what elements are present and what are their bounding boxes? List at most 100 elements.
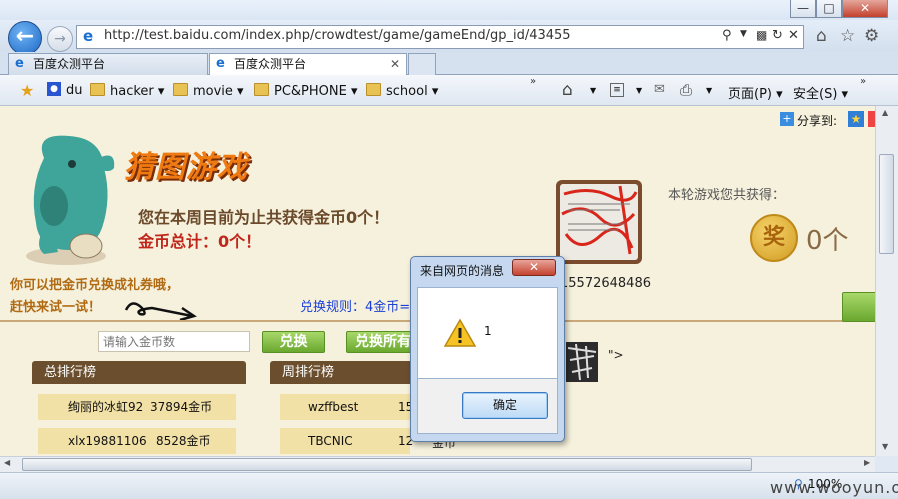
user-thumbnail-image <box>567 343 597 381</box>
favorites-overflow-icon[interactable]: » <box>530 76 536 87</box>
horizontal-scrollbar[interactable]: ◀ ▶ <box>0 456 875 472</box>
ie-tab-icon: e <box>216 56 225 71</box>
weibo-icon[interactable] <box>868 111 875 127</box>
safety-menu[interactable]: 安全(S) ▾ <box>793 83 848 102</box>
dialog-title: 来自网页的消息 <box>420 264 505 278</box>
chevron-down-icon[interactable]: ▼ <box>706 86 712 95</box>
total-rank-row: xlx19881106 8528金币 <box>38 428 236 454</box>
rank-name: wzffbest <box>308 400 359 414</box>
favorite-movie[interactable]: movie ▾ <box>173 83 244 99</box>
coin-amount-input[interactable] <box>98 331 250 352</box>
folder-icon <box>90 83 105 96</box>
search-dropdown-icon[interactable]: ▼ <box>740 29 747 39</box>
round-earn-label: 本轮游戏您共获得： <box>668 188 786 203</box>
rank-name: 绚丽的冰虹92 <box>68 400 144 414</box>
exchange-button[interactable]: 兑换 <box>262 331 325 353</box>
chevron-down-icon[interactable]: ▼ <box>590 86 596 95</box>
promo-text-1: 你可以把金币兑换成礼券哦， <box>10 278 180 293</box>
vertical-scrollbar[interactable]: ▲ ▼ <box>875 106 898 456</box>
exchange-all-button[interactable]: 兑换所有 <box>346 331 416 353</box>
tab-1[interactable]: e 百度众测平台 <box>8 53 208 75</box>
compatibility-view-icon[interactable]: ▩ <box>756 28 767 42</box>
watermark: www.wooyun.org <box>770 478 898 497</box>
weekly-coins-text: 您在本周目前为止共获得金币0个！ <box>138 208 390 227</box>
back-arrow-icon: ← <box>15 24 35 49</box>
side-green-button[interactable] <box>842 292 875 322</box>
share-plus-icon[interactable]: + <box>780 112 794 126</box>
ie-tab-icon: e <box>15 56 24 71</box>
rank-coins: 8528金币 <box>156 434 211 448</box>
total-coins-text: 金币总计：0个！ <box>138 232 262 251</box>
safety-menu-label: 安全(S) <box>793 87 838 102</box>
scroll-down-icon[interactable]: ▼ <box>882 442 888 451</box>
tab-1-label: 百度众测平台 <box>33 57 106 71</box>
scroll-right-icon[interactable]: ▶ <box>864 458 870 467</box>
favorites-star-icon[interactable]: ☆ <box>840 26 855 46</box>
dialog-message: 1 <box>484 324 492 338</box>
scroll-left-icon[interactable]: ◀ <box>4 458 10 467</box>
baidu-paw-icon: ● <box>47 82 61 96</box>
user-thumbnail <box>566 342 598 382</box>
forward-arrow-icon: → <box>54 31 66 47</box>
maximize-button[interactable]: □ <box>816 0 842 18</box>
rank-name: xlx19881106 <box>68 434 147 448</box>
search-icon[interactable]: ⚲ <box>722 28 732 43</box>
page-menu[interactable]: 页面(P) ▾ <box>728 83 783 102</box>
address-url[interactable]: http://test.baidu.com/index.php/crowdtes… <box>104 28 571 43</box>
close-icon: ✕ <box>528 260 540 274</box>
share-label[interactable]: 分享到: <box>797 112 837 129</box>
total-rank-header: 总排行榜 <box>32 361 246 384</box>
favorite-hacker[interactable]: hacker ▾ <box>90 83 164 99</box>
favorite-hacker-label: hacker <box>110 84 154 99</box>
favorite-school[interactable]: school ▾ <box>366 83 438 99</box>
close-tab-icon[interactable]: ✕ <box>390 54 400 74</box>
weekly-rank-header: 周排行榜 <box>270 361 420 384</box>
folder-icon <box>173 83 188 96</box>
dialog-close-button[interactable]: ✕ <box>512 259 556 276</box>
status-bar <box>0 472 898 499</box>
warning-icon <box>444 318 476 347</box>
refresh-icon[interactable]: ↻ <box>772 28 783 43</box>
gear-icon[interactable]: ⚙ <box>864 26 879 46</box>
guess-image-frame <box>556 180 642 264</box>
close-window-button[interactable]: ✕ <box>842 0 888 18</box>
commandbar-overflow-icon[interactable]: » <box>860 76 866 87</box>
rank-name: TBCNIC <box>308 434 353 448</box>
horizontal-scroll-thumb[interactable] <box>22 458 752 471</box>
total-rank-row: 绚丽的冰虹92 37894金币 <box>38 394 236 420</box>
favorites-star-icon[interactable]: ★ <box>20 81 34 100</box>
home-icon[interactable]: ⌂ <box>562 80 573 100</box>
tab-2[interactable]: e 百度众测平台 ✕ <box>209 53 407 75</box>
scroll-up-icon[interactable]: ▲ <box>882 108 888 117</box>
rank-coins: 37894金币 <box>150 400 213 414</box>
new-tab-button[interactable] <box>408 53 436 75</box>
weekly-rank-row: TBCNIC 12 <box>280 428 413 454</box>
ok-button[interactable]: 确定 <box>462 392 548 419</box>
exchange-rule-text: 兑换规则：4金币= <box>300 300 411 315</box>
chevron-down-icon[interactable]: ▼ <box>636 86 642 95</box>
coin-icon: 奖 <box>750 214 798 262</box>
mascot-illustration <box>26 135 115 265</box>
feeds-icon[interactable]: ≡ <box>610 83 624 97</box>
qzone-star-icon[interactable]: ★ <box>848 111 864 127</box>
favorite-du[interactable]: du <box>66 83 83 98</box>
coin-glyph: 奖 <box>762 225 785 250</box>
scribble-thumbnail <box>561 185 638 255</box>
forward-button[interactable]: → <box>47 26 73 52</box>
back-button[interactable]: ← <box>8 21 42 55</box>
round-earn-value: 0个 <box>806 226 849 256</box>
print-icon[interactable]: ⎙ <box>680 81 692 99</box>
favorite-pc-phone[interactable]: PC&PHONE ▾ <box>254 83 358 99</box>
minimize-button[interactable]: — <box>790 0 816 18</box>
vertical-scroll-thumb[interactable] <box>879 154 894 254</box>
tab-2-label: 百度众测平台 <box>234 57 307 71</box>
folder-icon <box>366 83 381 96</box>
home-icon[interactable]: ⌂ <box>816 26 827 46</box>
mail-icon[interactable]: ✉ <box>654 82 665 97</box>
phone-text: 15572648486 <box>560 276 651 291</box>
game-logo-text: 猜图游戏 <box>124 150 248 185</box>
ie-page-icon: e <box>83 27 94 45</box>
stop-icon[interactable]: ✕ <box>788 28 799 43</box>
hand-drawn-arrow-icon <box>124 302 197 322</box>
favorite-pc-phone-label: PC&PHONE <box>274 84 347 99</box>
